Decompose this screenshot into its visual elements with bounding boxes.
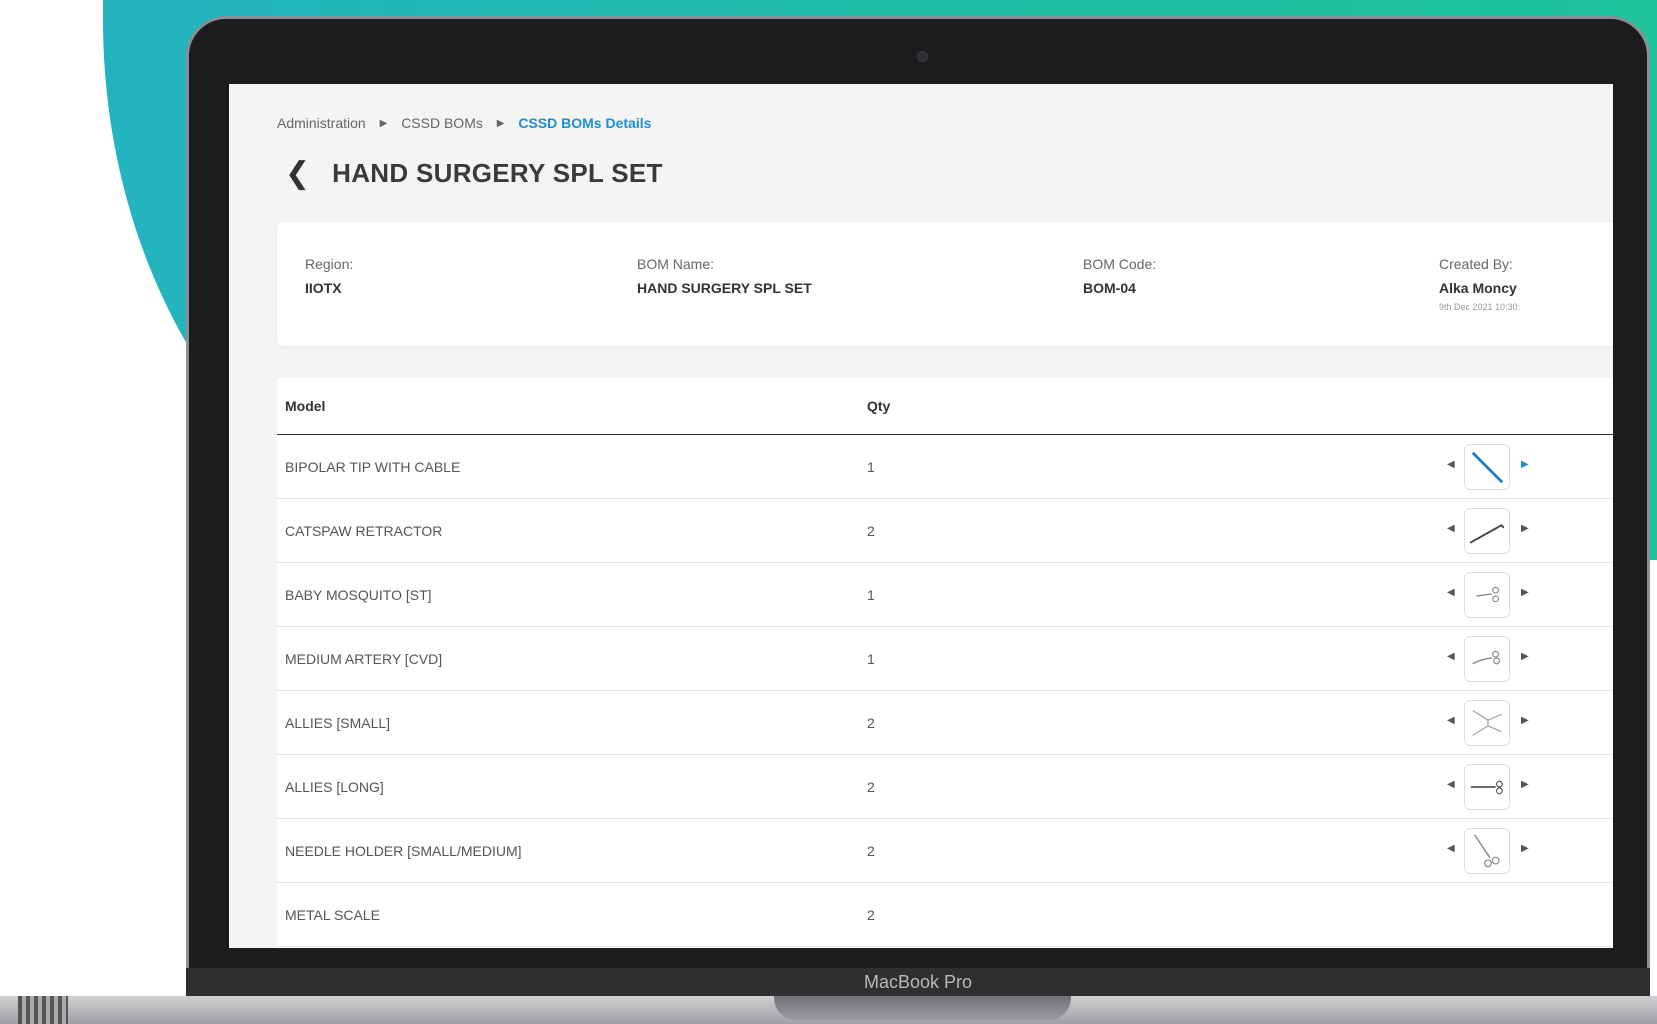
app-screen: Administration ▶ CSSD BOMs ▶ CSSD BOMs D… (229, 84, 1613, 948)
table-row: NEEDLE HOLDER [SMALL/MEDIUM] 2 ◀ ▶ (277, 819, 1613, 883)
table-row: BABY MOSQUITO [ST] 1 ◀ ▶ (277, 563, 1613, 627)
qty-cell: 2 (867, 715, 875, 731)
carousel-prev-icon[interactable]: ◀ (1447, 715, 1455, 726)
bipolar-tip-icon[interactable] (1464, 444, 1510, 490)
laptop-base-notch (774, 996, 1071, 1020)
image-carousel: ◀ ▶ (1447, 828, 1529, 874)
model-cell: ALLIES [LONG] (285, 779, 384, 795)
table-row: BIPOLAR TIP WITH CABLE 1 ◀ ▶ (277, 435, 1613, 499)
breadcrumb-separator-icon: ▶ (379, 117, 388, 129)
qty-cell: 2 (867, 523, 875, 539)
model-cell: CATSPAW RETRACTOR (285, 523, 443, 539)
image-carousel: ◀ ▶ (1447, 764, 1529, 810)
region-value: IIOTX (305, 280, 342, 296)
qty-cell: 2 (867, 843, 875, 859)
carousel-next-icon[interactable]: ▶ (1521, 523, 1529, 534)
image-carousel: ◀ ▶ (1447, 508, 1529, 554)
column-header-model: Model (285, 398, 326, 414)
carousel-next-icon[interactable]: ▶ (1521, 715, 1529, 726)
bom-items-table: Model Qty BIPOLAR TIP WITH CABLE 1 ◀ ▶ C… (277, 378, 1613, 948)
table-row: CATSPAW RETRACTOR 2 ◀ ▶ (277, 499, 1613, 563)
bom-name-label: BOM Name: (637, 256, 715, 272)
breadcrumb-item-cssd-boms[interactable]: CSSD BOMs (401, 115, 483, 131)
breadcrumb: Administration ▶ CSSD BOMs ▶ CSSD BOMs D… (277, 114, 651, 131)
created-date: 9th Dec 2021 10:30: (1439, 302, 1521, 312)
region-label: Region: (305, 256, 354, 272)
region-field: Region: IIOTX (305, 256, 353, 296)
carousel-next-icon[interactable]: ▶ (1521, 843, 1529, 854)
carousel-prev-icon[interactable]: ◀ (1447, 779, 1455, 790)
table-header: Model Qty (277, 378, 1613, 435)
laptop-base-edge (18, 996, 68, 1024)
camera-icon (917, 51, 928, 62)
carousel-next-icon[interactable]: ▶ (1521, 459, 1529, 470)
created-by-value: Alka Moncy (1439, 280, 1517, 296)
laptop-chin: MacBook Pro (186, 968, 1650, 996)
image-carousel: ◀ ▶ (1447, 572, 1529, 618)
model-cell: BIPOLAR TIP WITH CABLE (285, 459, 461, 475)
carousel-prev-icon[interactable]: ◀ (1447, 843, 1455, 854)
carousel-prev-icon[interactable]: ◀ (1447, 651, 1455, 662)
bom-info-card: Region: IIOTX BOM Name: HAND SURGERY SPL… (277, 222, 1613, 346)
retractor-icon[interactable] (1464, 508, 1510, 554)
allis-long-icon[interactable] (1464, 764, 1510, 810)
bom-name-field: BOM Name: HAND SURGERY SPL SET (637, 256, 812, 296)
page-title: HAND SURGERY SPL SET (332, 158, 663, 188)
carousel-prev-icon[interactable]: ◀ (1447, 523, 1455, 534)
mosquito-forceps-icon[interactable] (1464, 572, 1510, 618)
model-cell: MEDIUM ARTERY [CVD] (285, 651, 443, 667)
bom-code-value: BOM-04 (1083, 280, 1136, 296)
table-row: METAL SCALE 2 (277, 883, 1613, 947)
breadcrumb-item-administration[interactable]: Administration (277, 115, 366, 131)
back-arrow-icon[interactable]: ❮ (285, 158, 310, 189)
model-cell: ALLIES [SMALL] (285, 715, 391, 731)
qty-cell: 1 (867, 587, 875, 603)
model-cell: METAL SCALE (285, 907, 380, 923)
created-by-field: Created By: Alka Moncy 9th Dec 2021 10:3… (1439, 256, 1520, 312)
bom-name-value: HAND SURGERY SPL SET (637, 280, 812, 296)
image-carousel: ◀ ▶ (1447, 444, 1529, 490)
allis-forceps-icon[interactable] (1464, 700, 1510, 746)
title-row: ❮ HAND SURGERY SPL SET (285, 158, 663, 189)
qty-cell: 1 (867, 651, 875, 667)
column-header-qty: Qty (867, 398, 891, 414)
carousel-next-icon[interactable]: ▶ (1521, 587, 1529, 598)
bom-code-label: BOM Code: (1083, 256, 1157, 272)
carousel-next-icon[interactable]: ▶ (1521, 779, 1529, 790)
carousel-prev-icon[interactable]: ◀ (1447, 459, 1455, 470)
image-carousel: ◀ ▶ (1447, 700, 1529, 746)
table-row: MEDIUM ARTERY [CVD] 1 ◀ ▶ (277, 627, 1613, 691)
breadcrumb-item-current: CSSD BOMs Details (518, 115, 652, 132)
qty-cell: 1 (867, 459, 875, 475)
breadcrumb-separator-icon: ▶ (496, 117, 505, 129)
carousel-prev-icon[interactable]: ◀ (1447, 587, 1455, 598)
model-cell: BABY MOSQUITO [ST] (285, 587, 432, 603)
qty-cell: 2 (867, 779, 875, 795)
device-label: MacBook Pro (863, 972, 973, 992)
bom-code-field: BOM Code: BOM-04 (1083, 256, 1156, 296)
qty-cell: 2 (867, 907, 875, 923)
carousel-next-icon[interactable]: ▶ (1521, 651, 1529, 662)
table-row: ALLIES [SMALL] 2 ◀ ▶ (277, 691, 1613, 755)
model-cell: NEEDLE HOLDER [SMALL/MEDIUM] (285, 843, 522, 859)
needle-holder-icon[interactable] (1464, 828, 1510, 874)
image-carousel: ◀ ▶ (1447, 636, 1529, 682)
created-by-label: Created By: (1439, 256, 1513, 272)
table-row: ALLIES [LONG] 2 ◀ ▶ (277, 755, 1613, 819)
artery-forceps-icon[interactable] (1464, 636, 1510, 682)
